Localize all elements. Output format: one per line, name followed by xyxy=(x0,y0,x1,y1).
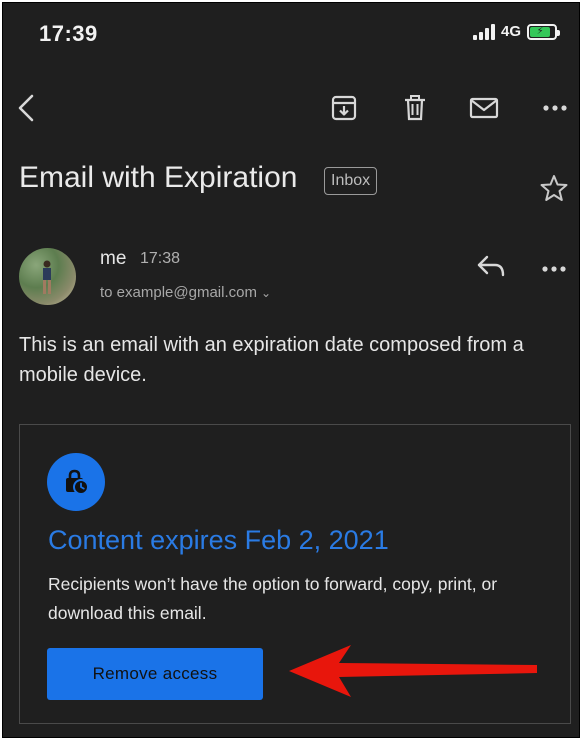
sender-name: me xyxy=(100,248,127,269)
status-time: 17:39 xyxy=(39,21,98,46)
star-icon[interactable] xyxy=(539,173,569,203)
signal-icon xyxy=(472,23,495,40)
email-subject: Email with Expiration xyxy=(19,161,298,194)
message-more-icon[interactable] xyxy=(541,261,567,272)
sent-time: 17:38 xyxy=(140,250,181,267)
network-type: 4G xyxy=(500,23,521,40)
lock-clock-icon xyxy=(47,453,105,511)
annotation-arrow-icon xyxy=(289,645,537,697)
recipient-line: to example@gmail.com xyxy=(100,284,257,301)
more-icon[interactable] xyxy=(538,91,572,125)
back-arrow-icon[interactable] xyxy=(9,91,43,125)
status-indicators: 4G ⚡ xyxy=(472,23,560,40)
trash-icon[interactable] xyxy=(398,91,432,125)
battery-level: ⚡ xyxy=(530,25,551,37)
chevron-down-icon: ⌄ xyxy=(260,286,272,300)
expiration-description: Recipients won’t have the option to forw… xyxy=(48,574,498,623)
avatar[interactable] xyxy=(19,248,76,305)
expiration-title: Content expires Feb 2, 2021 xyxy=(48,525,389,555)
remove-access-button[interactable]: Remove access xyxy=(47,648,263,700)
avatar-photo-figure xyxy=(43,260,51,294)
archive-icon[interactable] xyxy=(327,91,361,125)
phone-screen: 17:39 4G ⚡ Email with Expiration Inbox m… xyxy=(2,2,580,738)
mail-icon[interactable] xyxy=(467,91,501,125)
battery-icon: ⚡ xyxy=(527,23,560,40)
reply-icon[interactable] xyxy=(475,253,507,279)
inbox-label-badge[interactable]: Inbox xyxy=(324,167,378,195)
charging-icon: ⚡ xyxy=(536,25,544,37)
recipient-details-toggle[interactable]: to example@gmail.com ⌄ xyxy=(100,284,271,301)
email-body: This is an email with an expiration date… xyxy=(19,334,524,386)
